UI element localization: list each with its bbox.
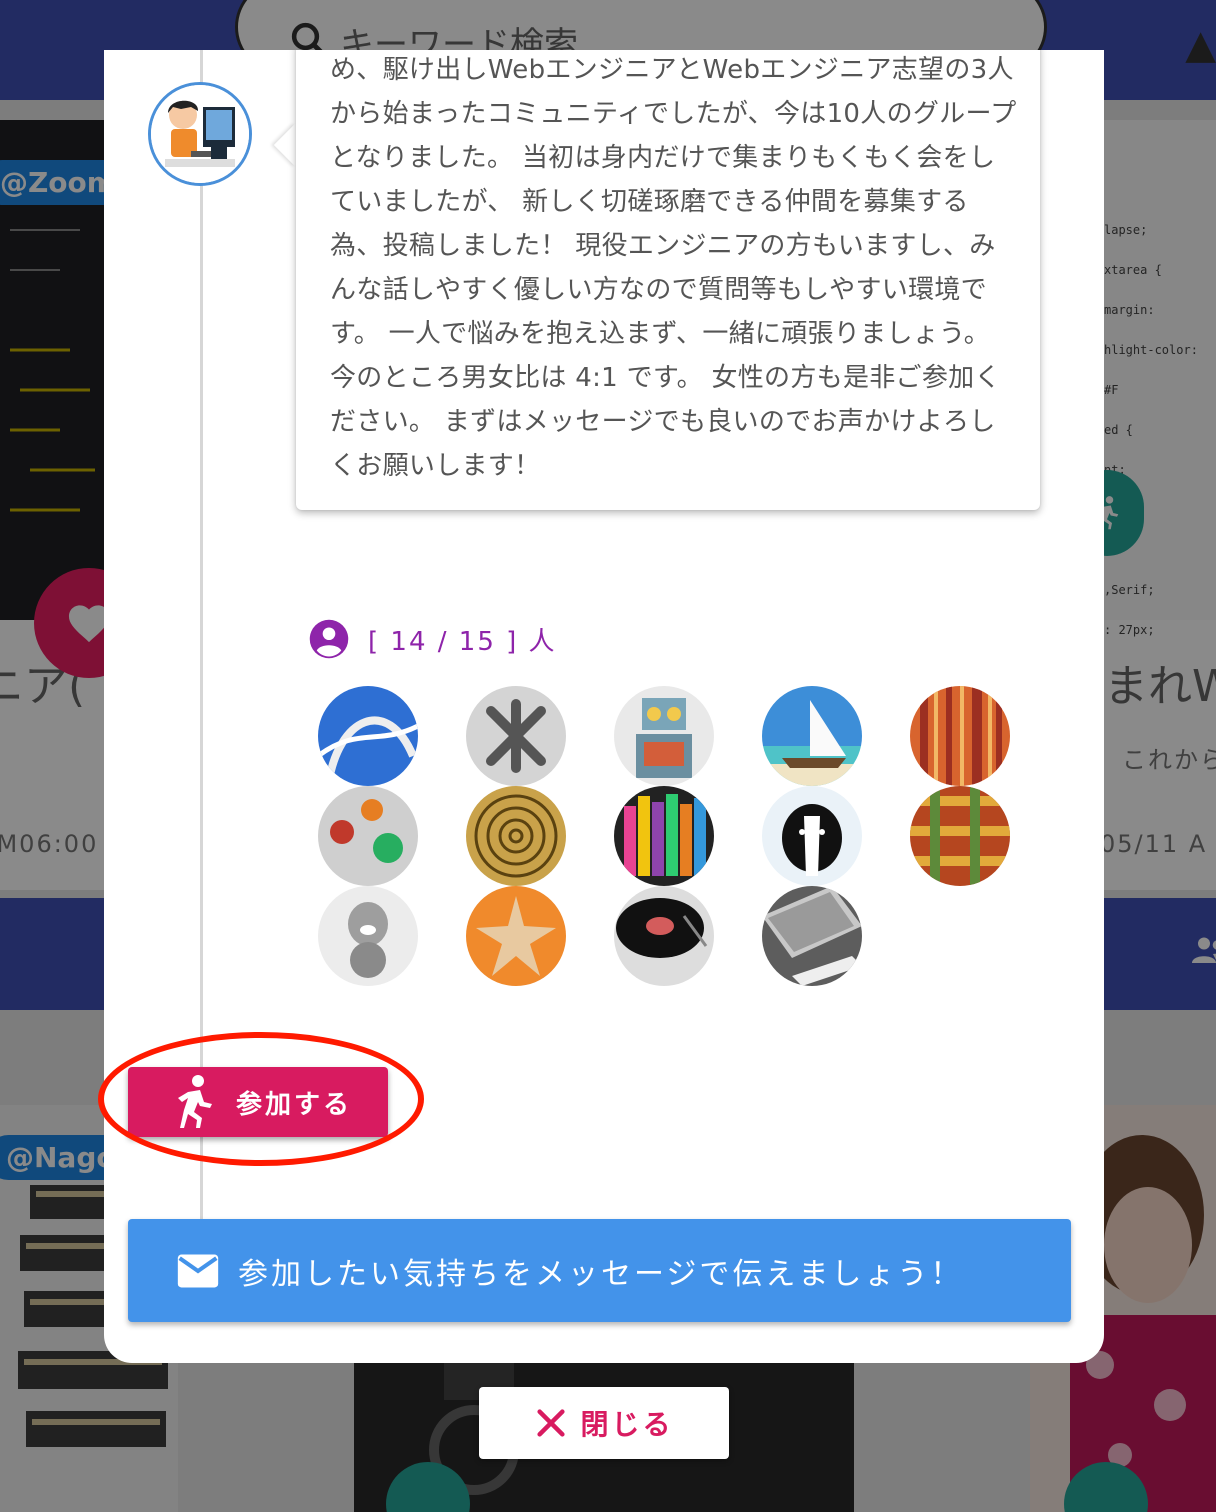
event-detail-dialog: め、駆け出しWebエンジニアとWebエンジニア志望の3人から始まったコミュニティ…	[104, 50, 1104, 1363]
golden-spiral-image	[466, 786, 566, 886]
participant-count: [ 14 / 15 ] 人	[308, 618, 557, 660]
engineer-illustration	[151, 85, 249, 183]
border-collie-image	[762, 786, 862, 886]
toy-figure-image	[318, 886, 418, 986]
participant-count-label: [ 14 / 15 ] 人	[368, 626, 557, 657]
marbles-image	[318, 786, 418, 886]
message-button-label: 参加したい気持ちをメッセージで伝えましょう！	[238, 1256, 964, 1292]
participant-avatar[interactable]	[910, 786, 1010, 886]
vinyl-record-image	[614, 886, 714, 986]
participant-avatar[interactable]	[614, 786, 714, 886]
mail-icon	[177, 1254, 219, 1287]
striped-fabric-image	[910, 686, 1010, 786]
close-button[interactable]: 閉じる	[479, 1387, 729, 1459]
toy-robot-image	[614, 686, 714, 786]
close-button-label: 閉じる	[580, 1408, 674, 1441]
sailboat-image	[762, 686, 862, 786]
account-circle-icon	[309, 619, 349, 659]
description-bubble: め、駆け出しWebエンジニアとWebエンジニア志望の3人から始まったコミュニティ…	[296, 50, 1040, 510]
highlight-annotation	[98, 1032, 424, 1166]
close-icon	[537, 1409, 566, 1437]
host-avatar[interactable]	[148, 82, 252, 186]
message-button[interactable]: 参加したい気持ちをメッセージで伝えましょう！	[128, 1219, 1071, 1322]
participant-avatar[interactable]	[466, 686, 566, 786]
event-description: め、駆け出しWebエンジニアとWebエンジニア志望の3人から始まったコミュニティ…	[330, 55, 1017, 481]
participant-avatar[interactable]	[466, 886, 566, 986]
jacks-image	[466, 686, 566, 786]
participant-avatar[interactable]	[762, 886, 862, 986]
participant-avatar[interactable]	[318, 886, 418, 986]
participant-avatar[interactable]	[910, 686, 1010, 786]
participant-avatar[interactable]	[318, 786, 418, 886]
roller-coaster-image	[318, 686, 418, 786]
participant-avatar[interactable]	[318, 686, 418, 786]
participant-avatar[interactable]	[762, 786, 862, 886]
participant-avatar[interactable]	[614, 686, 714, 786]
participant-avatar[interactable]	[614, 886, 714, 986]
participant-avatar[interactable]	[762, 686, 862, 786]
crayons-image	[614, 786, 714, 886]
participant-avatar[interactable]	[466, 786, 566, 886]
woven-fabric-image	[910, 786, 1010, 886]
laptop-image	[762, 886, 862, 986]
starfish-image	[466, 886, 566, 986]
